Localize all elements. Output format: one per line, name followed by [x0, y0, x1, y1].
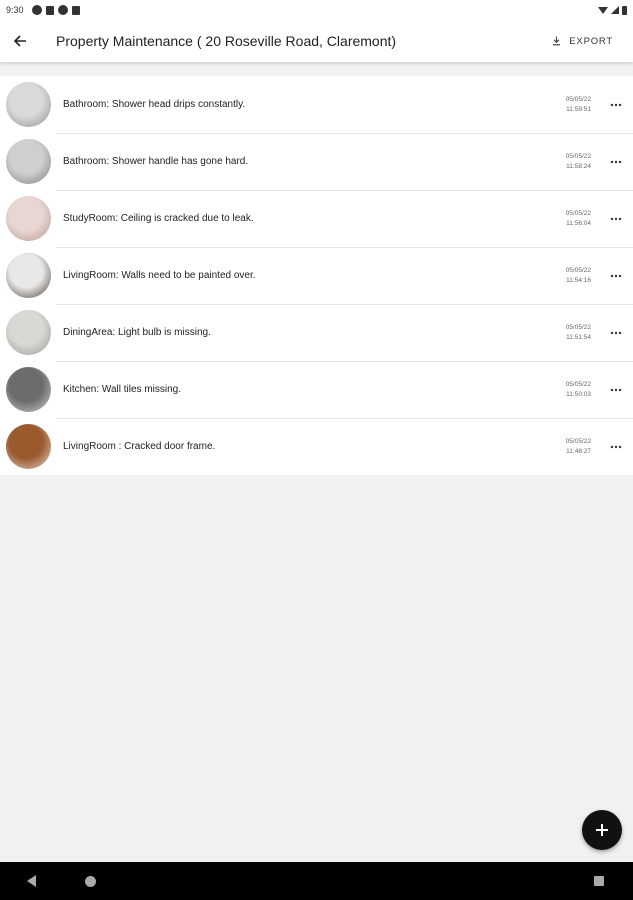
- more-horizontal-icon: [610, 388, 622, 391]
- wifi-icon: [598, 6, 608, 14]
- list-item[interactable]: Kitchen: Wall tiles missing. 05/05/22 11…: [0, 361, 633, 418]
- list-item[interactable]: LivingRoom : Cracked door frame. 05/05/2…: [0, 418, 633, 475]
- more-options-button[interactable]: [605, 151, 627, 173]
- item-timestamp: 05/05/22 11:58:24: [551, 152, 591, 172]
- item-time: 11:56:04: [566, 219, 591, 227]
- item-description: Kitchen: Wall tiles missing.: [63, 384, 181, 395]
- sim-icon: [71, 5, 80, 15]
- item-description: StudyRoom: Ceiling is cracked due to lea…: [63, 213, 254, 224]
- more-options-button[interactable]: [605, 94, 627, 116]
- item-timestamp: 05/05/22 11:50:03: [551, 380, 591, 400]
- item-thumbnail: [6, 196, 51, 241]
- item-date: 05/05/22: [565, 266, 591, 274]
- item-time: 11:59:51: [566, 105, 591, 113]
- item-time: 11:48:27: [566, 447, 591, 455]
- item-description: Bathroom: Shower head drips constantly.: [63, 99, 246, 110]
- item-date: 05/05/22: [565, 437, 591, 445]
- item-timestamp: 05/05/22 11:51:54: [551, 323, 591, 343]
- item-thumbnail: [6, 253, 51, 298]
- more-options-button[interactable]: [605, 379, 627, 401]
- item-timestamp: 05/05/22 11:54:16: [551, 266, 591, 286]
- list-item[interactable]: DiningArea: Light bulb is missing. 05/05…: [0, 304, 633, 361]
- list-item[interactable]: Bathroom: Shower handle has gone hard. 0…: [0, 133, 633, 190]
- signal-icon: [611, 6, 619, 14]
- nav-back-icon[interactable]: [27, 875, 36, 887]
- system-nav-bar: [0, 862, 633, 900]
- item-date: 05/05/22: [565, 209, 591, 217]
- arrow-back-icon: [13, 35, 26, 47]
- system-icons: [598, 5, 627, 15]
- nav-home-icon[interactable]: [85, 876, 96, 887]
- add-item-button[interactable]: [582, 810, 622, 850]
- item-timestamp: 05/05/22 11:59:51: [551, 95, 591, 115]
- more-horizontal-icon: [610, 445, 622, 448]
- more-horizontal-icon: [610, 160, 622, 163]
- item-time: 11:54:16: [566, 276, 591, 284]
- item-thumbnail: [6, 139, 51, 184]
- more-options-button[interactable]: [605, 436, 627, 458]
- nav-recents-icon[interactable]: [594, 876, 604, 886]
- export-button[interactable]: EXPORT: [552, 36, 613, 47]
- item-date: 05/05/22: [565, 152, 591, 160]
- more-options-button[interactable]: [605, 322, 627, 344]
- battery-icon: [622, 5, 627, 15]
- item-thumbnail: [6, 424, 51, 469]
- list-item[interactable]: Bathroom: Shower head drips constantly. …: [0, 76, 633, 133]
- back-button[interactable]: [0, 21, 40, 61]
- item-date: 05/05/22: [565, 380, 591, 388]
- item-time: 11:50:03: [566, 390, 591, 398]
- more-options-button[interactable]: [605, 265, 627, 287]
- item-thumbnail: [6, 82, 51, 127]
- notification-icon: [31, 5, 42, 15]
- status-time: 9:30: [6, 5, 24, 15]
- item-description: Bathroom: Shower handle has gone hard.: [63, 156, 249, 167]
- list-item[interactable]: StudyRoom: Ceiling is cracked due to lea…: [0, 190, 633, 247]
- download-icon: [553, 36, 561, 46]
- item-description: LivingRoom : Cracked door frame.: [63, 441, 216, 452]
- more-horizontal-icon: [610, 103, 622, 106]
- more-options-button[interactable]: [605, 208, 627, 230]
- export-label: EXPORT: [569, 35, 613, 47]
- list-item[interactable]: LivingRoom: Walls need to be painted ove…: [0, 247, 633, 304]
- notification-icons: [31, 5, 80, 15]
- plus-icon: [596, 824, 608, 836]
- item-description: DiningArea: Light bulb is missing.: [63, 327, 211, 338]
- more-horizontal-icon: [610, 274, 622, 277]
- item-timestamp: 05/05/22 11:48:27: [551, 437, 591, 457]
- item-thumbnail: [6, 310, 51, 355]
- notification-icon: [57, 5, 68, 15]
- item-time: 11:58:24: [566, 162, 591, 170]
- more-horizontal-icon: [610, 217, 622, 220]
- notification-icon: [45, 5, 54, 15]
- item-description: LivingRoom: Walls need to be painted ove…: [63, 270, 256, 281]
- status-bar: 9:30: [0, 0, 633, 20]
- more-horizontal-icon: [610, 331, 622, 334]
- app-bar: Property Maintenance ( 20 Roseville Road…: [0, 20, 633, 62]
- item-timestamp: 05/05/22 11:56:04: [551, 209, 591, 229]
- item-date: 05/05/22: [565, 323, 591, 331]
- maintenance-list: Bathroom: Shower head drips constantly. …: [0, 76, 633, 475]
- item-time: 11:51:54: [566, 333, 591, 341]
- item-date: 05/05/22: [565, 95, 591, 103]
- page-title: Property Maintenance ( 20 Roseville Road…: [56, 33, 397, 49]
- item-thumbnail: [6, 367, 51, 412]
